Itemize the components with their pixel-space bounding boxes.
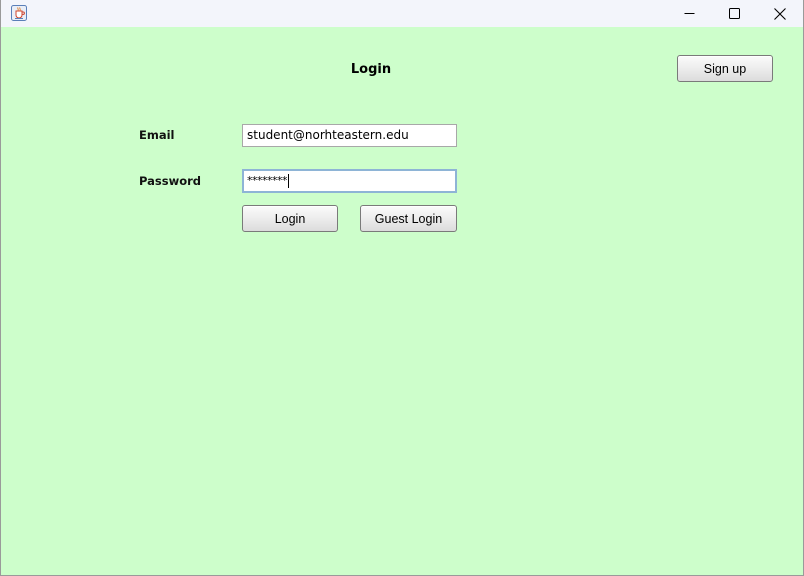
email-label: Email	[139, 128, 175, 142]
maximize-icon	[728, 8, 740, 19]
password-label: Password	[139, 174, 201, 188]
password-field[interactable]: ********	[242, 169, 457, 193]
password-value: ********	[247, 174, 288, 187]
minimize-button[interactable]	[666, 0, 712, 27]
maximize-button[interactable]	[711, 0, 757, 27]
java-cup-icon	[11, 5, 27, 21]
email-value: student@norhteastern.edu	[247, 128, 409, 142]
sign-up-button[interactable]: Sign up	[677, 55, 773, 82]
close-icon	[774, 7, 786, 20]
login-button[interactable]: Login	[242, 205, 338, 232]
title-bar[interactable]	[1, 0, 803, 27]
text-caret	[288, 174, 289, 188]
guest-login-button[interactable]: Guest Login	[360, 205, 457, 232]
page-title: Login	[350, 62, 392, 77]
close-button[interactable]	[757, 0, 803, 27]
login-window: Login Sign up Email student@norhteastern…	[0, 0, 804, 576]
email-field[interactable]: student@norhteastern.edu	[242, 124, 457, 147]
minimize-icon	[684, 8, 695, 19]
